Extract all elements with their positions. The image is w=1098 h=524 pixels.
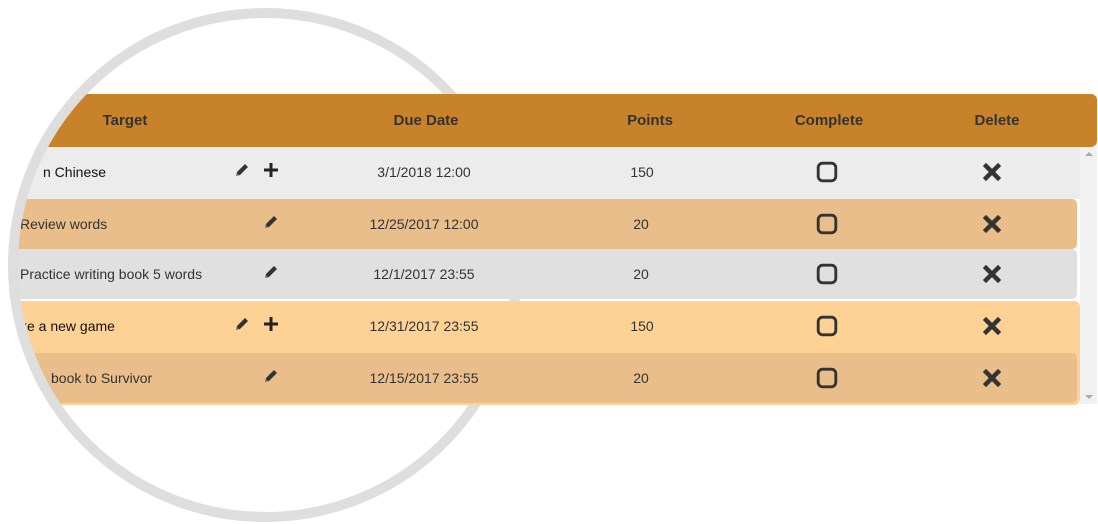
magnifier-mask — [0, 0, 265, 524]
